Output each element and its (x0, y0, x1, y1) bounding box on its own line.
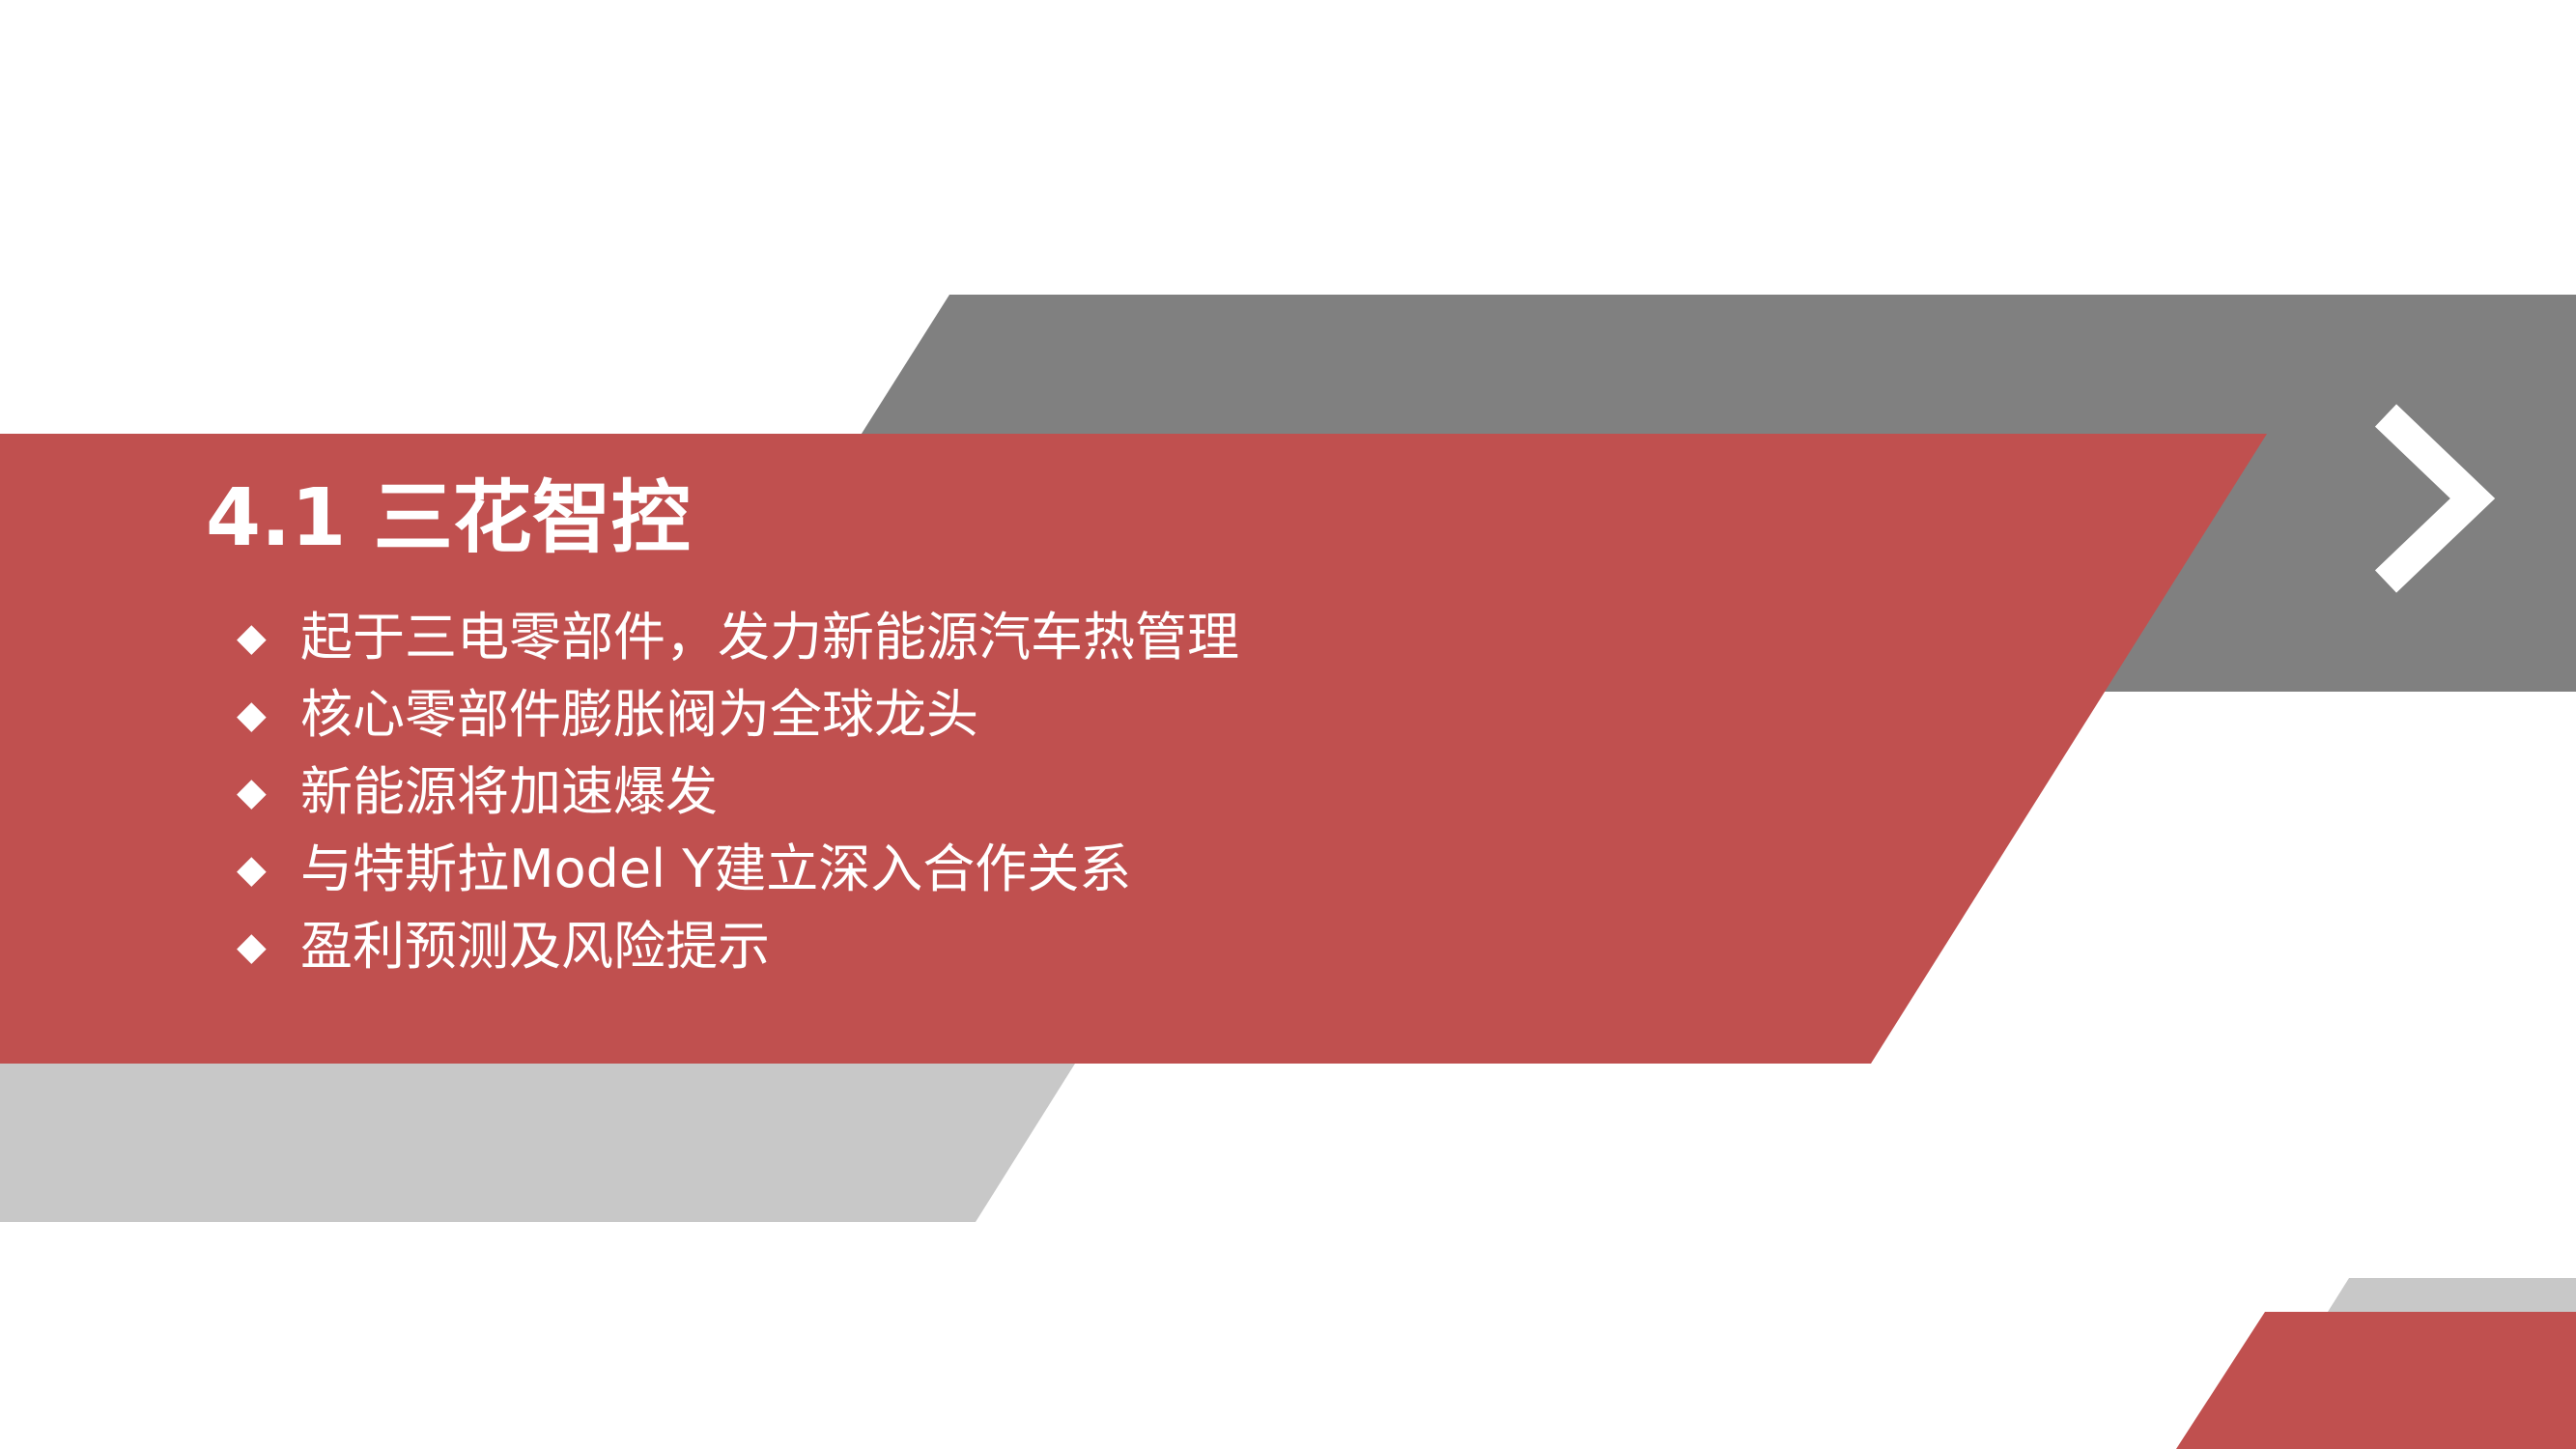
bullet-text: 与特斯拉Model Y建立深入合作关系 (300, 838, 1132, 899)
bullet-item: ◆ 新能源将加速爆发 (237, 753, 1239, 831)
diamond-bullet-icon: ◆ (237, 693, 267, 737)
bullet-item: ◆ 起于三电零部件，发力新能源汽车热管理 (237, 599, 1239, 676)
bullet-list: ◆ 起于三电零部件，发力新能源汽车热管理 ◆ 核心零部件膨胀阀为全球龙头 ◆ 新… (237, 599, 1239, 985)
bullet-text: 起于三电零部件，发力新能源汽车热管理 (300, 607, 1239, 668)
bullet-item: ◆ 盈利预测及风险提示 (237, 908, 1239, 985)
bullet-text: 新能源将加速爆发 (300, 761, 718, 822)
diamond-bullet-icon: ◆ (237, 770, 267, 814)
slide-content: 4.1 三花智控 ◆ 起于三电零部件，发力新能源汽车热管理 ◆ 核心零部件膨胀阀… (0, 0, 2576, 1449)
bullet-item: ◆ 与特斯拉Model Y建立深入合作关系 (237, 831, 1239, 908)
slide-title: 4.1 三花智控 (206, 472, 691, 564)
diamond-bullet-icon: ◆ (237, 615, 267, 660)
bullet-item: ◆ 核心零部件膨胀阀为全球龙头 (237, 676, 1239, 753)
bullet-text: 盈利预测及风险提示 (300, 916, 770, 977)
bullet-text: 核心零部件膨胀阀为全球龙头 (300, 684, 978, 745)
diamond-bullet-icon: ◆ (237, 924, 267, 969)
diamond-bullet-icon: ◆ (237, 847, 267, 892)
